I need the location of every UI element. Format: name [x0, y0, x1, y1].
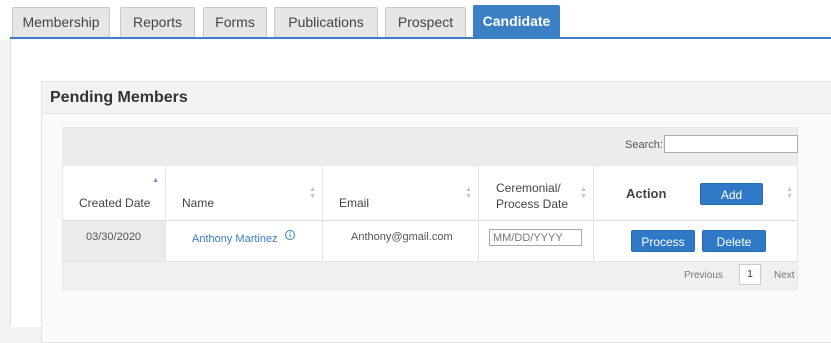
- add-button[interactable]: Add: [700, 183, 763, 205]
- tab-candidate[interactable]: Candidate: [473, 5, 560, 37]
- table-toolbar: Search:: [63, 128, 798, 166]
- tab-content: Pending Members Search: Created Date ▲ N…: [10, 39, 831, 343]
- column-header-name[interactable]: Name ▲ ▼: [166, 166, 323, 221]
- sort-icon: ▲ ▼: [786, 186, 793, 200]
- tab-bar: Membership Reports Forms Publications Pr…: [0, 0, 831, 40]
- members-table: Search: Created Date ▲ Name ▲ ▼ Email ▲ ▼: [62, 127, 798, 290]
- tab-forms[interactable]: Forms: [203, 7, 267, 37]
- cell-ceremonial-date: [479, 221, 594, 261]
- member-name-link[interactable]: Anthony Martinez: [192, 233, 278, 245]
- next-page-button[interactable]: Next: [774, 270, 795, 281]
- info-icon[interactable]: [284, 229, 296, 244]
- previous-page-button[interactable]: Previous: [684, 270, 723, 281]
- column-header-ceremonial-date[interactable]: Ceremonial/ Process Date ▲ ▼: [479, 166, 594, 221]
- column-label: Email: [339, 196, 370, 210]
- sort-icon: ▲ ▼: [580, 186, 587, 200]
- cell-action: Process Delete: [594, 221, 799, 261]
- cell-created-date: 03/30/2020: [63, 221, 166, 261]
- pagination-bar: Previous 1 Next: [63, 261, 797, 289]
- email-value: Anthony@gmail.com: [351, 231, 453, 243]
- sort-icon: ▲ ▼: [309, 186, 316, 200]
- search-input[interactable]: [664, 135, 798, 153]
- column-label: Created Date: [79, 196, 151, 210]
- tab-membership[interactable]: Membership: [12, 7, 110, 37]
- column-label: Action: [626, 186, 667, 201]
- table-header-row: Created Date ▲ Name ▲ ▼ Email ▲ ▼ Ceremoni…: [63, 166, 797, 221]
- ceremonial-date-input[interactable]: [489, 229, 582, 246]
- process-button[interactable]: Process: [631, 230, 695, 252]
- column-header-email[interactable]: Email ▲ ▼: [323, 166, 479, 221]
- tab-prospect[interactable]: Prospect: [385, 7, 466, 37]
- table-row: 03/30/2020 Anthony Martinez Anthony@gmai…: [63, 221, 797, 261]
- tab-publications[interactable]: Publications: [274, 7, 378, 37]
- column-label: Name: [182, 196, 215, 210]
- search-label: Search:: [625, 139, 663, 151]
- delete-button[interactable]: Delete: [702, 230, 766, 252]
- panel-title: Pending Members: [42, 82, 831, 114]
- cell-email: Anthony@gmail.com: [323, 221, 479, 261]
- created-date-value: 03/30/2020: [86, 231, 142, 243]
- sort-icon: ▲ ▼: [465, 186, 472, 200]
- pending-members-panel: Pending Members Search: Created Date ▲ N…: [41, 81, 831, 343]
- tab-reports[interactable]: Reports: [120, 7, 195, 37]
- page-number-button[interactable]: 1: [739, 264, 761, 285]
- column-header-created-date[interactable]: Created Date ▲: [63, 166, 166, 221]
- column-label-line2: Process Date: [496, 197, 569, 211]
- column-label-line1: Ceremonial/: [496, 181, 561, 195]
- cell-name: Anthony Martinez: [166, 221, 323, 261]
- column-header-action[interactable]: Action Add ▲ ▼: [594, 166, 799, 221]
- sort-asc-icon: ▲: [152, 177, 159, 184]
